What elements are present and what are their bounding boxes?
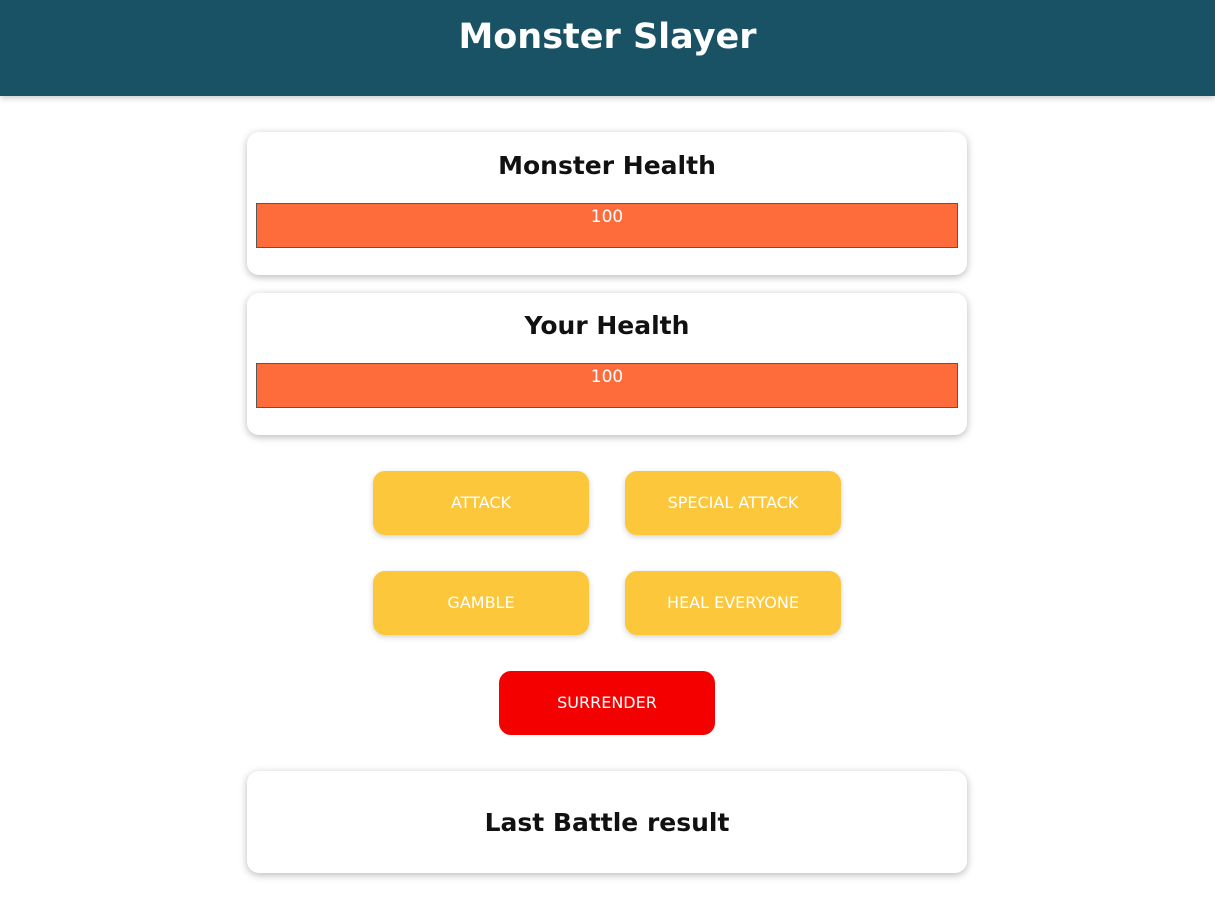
app-title: Monster Slayer <box>458 17 757 57</box>
heal-everyone-button[interactable]: HEAL EVERYONE <box>625 571 841 635</box>
surrender-button[interactable]: SURRENDER <box>499 671 715 735</box>
monster-health-value: 100 <box>590 207 624 227</box>
gamble-button[interactable]: GAMBLE <box>373 571 589 635</box>
app-header: Monster Slayer <box>0 0 1215 96</box>
player-health-title: Your Health <box>524 311 690 340</box>
battle-log-card: Last Battle result <box>247 771 967 873</box>
attack-button[interactable]: ATTACK <box>373 471 589 535</box>
battle-log-title: Last Battle result <box>484 808 730 837</box>
player-health-card: Your Health 100 <box>247 293 967 435</box>
player-health-bar: 100 <box>256 363 958 408</box>
monster-health-title: Monster Health <box>498 151 716 180</box>
monster-health-bar: 100 <box>256 203 958 248</box>
special-attack-button[interactable]: SPECIAL ATTACK <box>625 471 841 535</box>
player-health-value: 100 <box>590 367 624 387</box>
monster-health-card: Monster Health 100 <box>247 132 967 275</box>
